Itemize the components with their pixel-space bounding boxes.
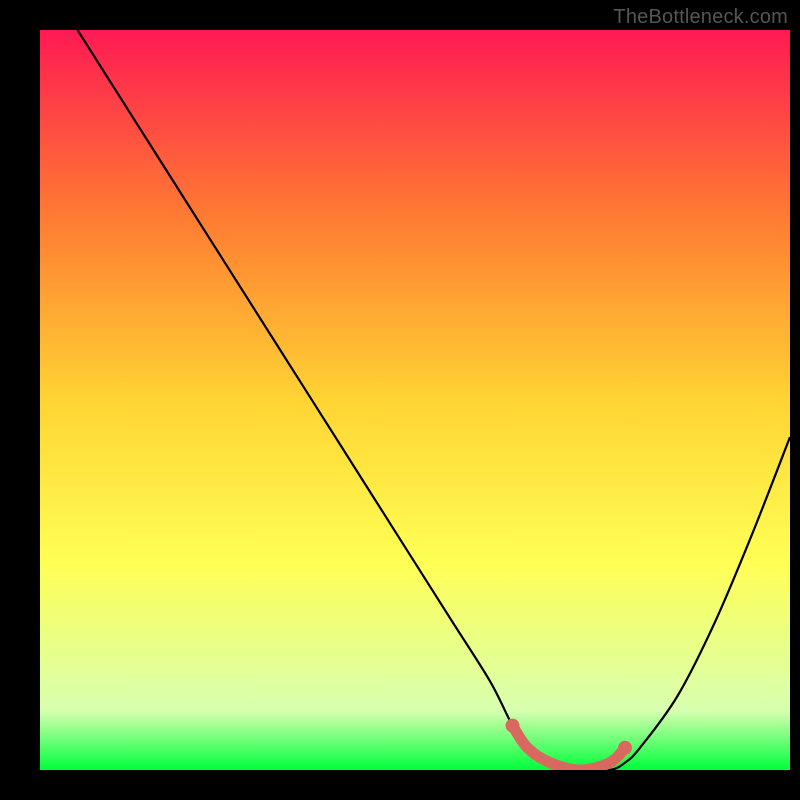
- watermark-text: TheBottleneck.com: [613, 6, 788, 29]
- optimal-range-end-dot: [618, 741, 632, 755]
- chart-frame: TheBottleneck.com: [0, 0, 800, 800]
- bottleneck-chart: [0, 0, 800, 800]
- gradient-background: [40, 30, 790, 770]
- optimal-range-start-dot: [506, 719, 520, 733]
